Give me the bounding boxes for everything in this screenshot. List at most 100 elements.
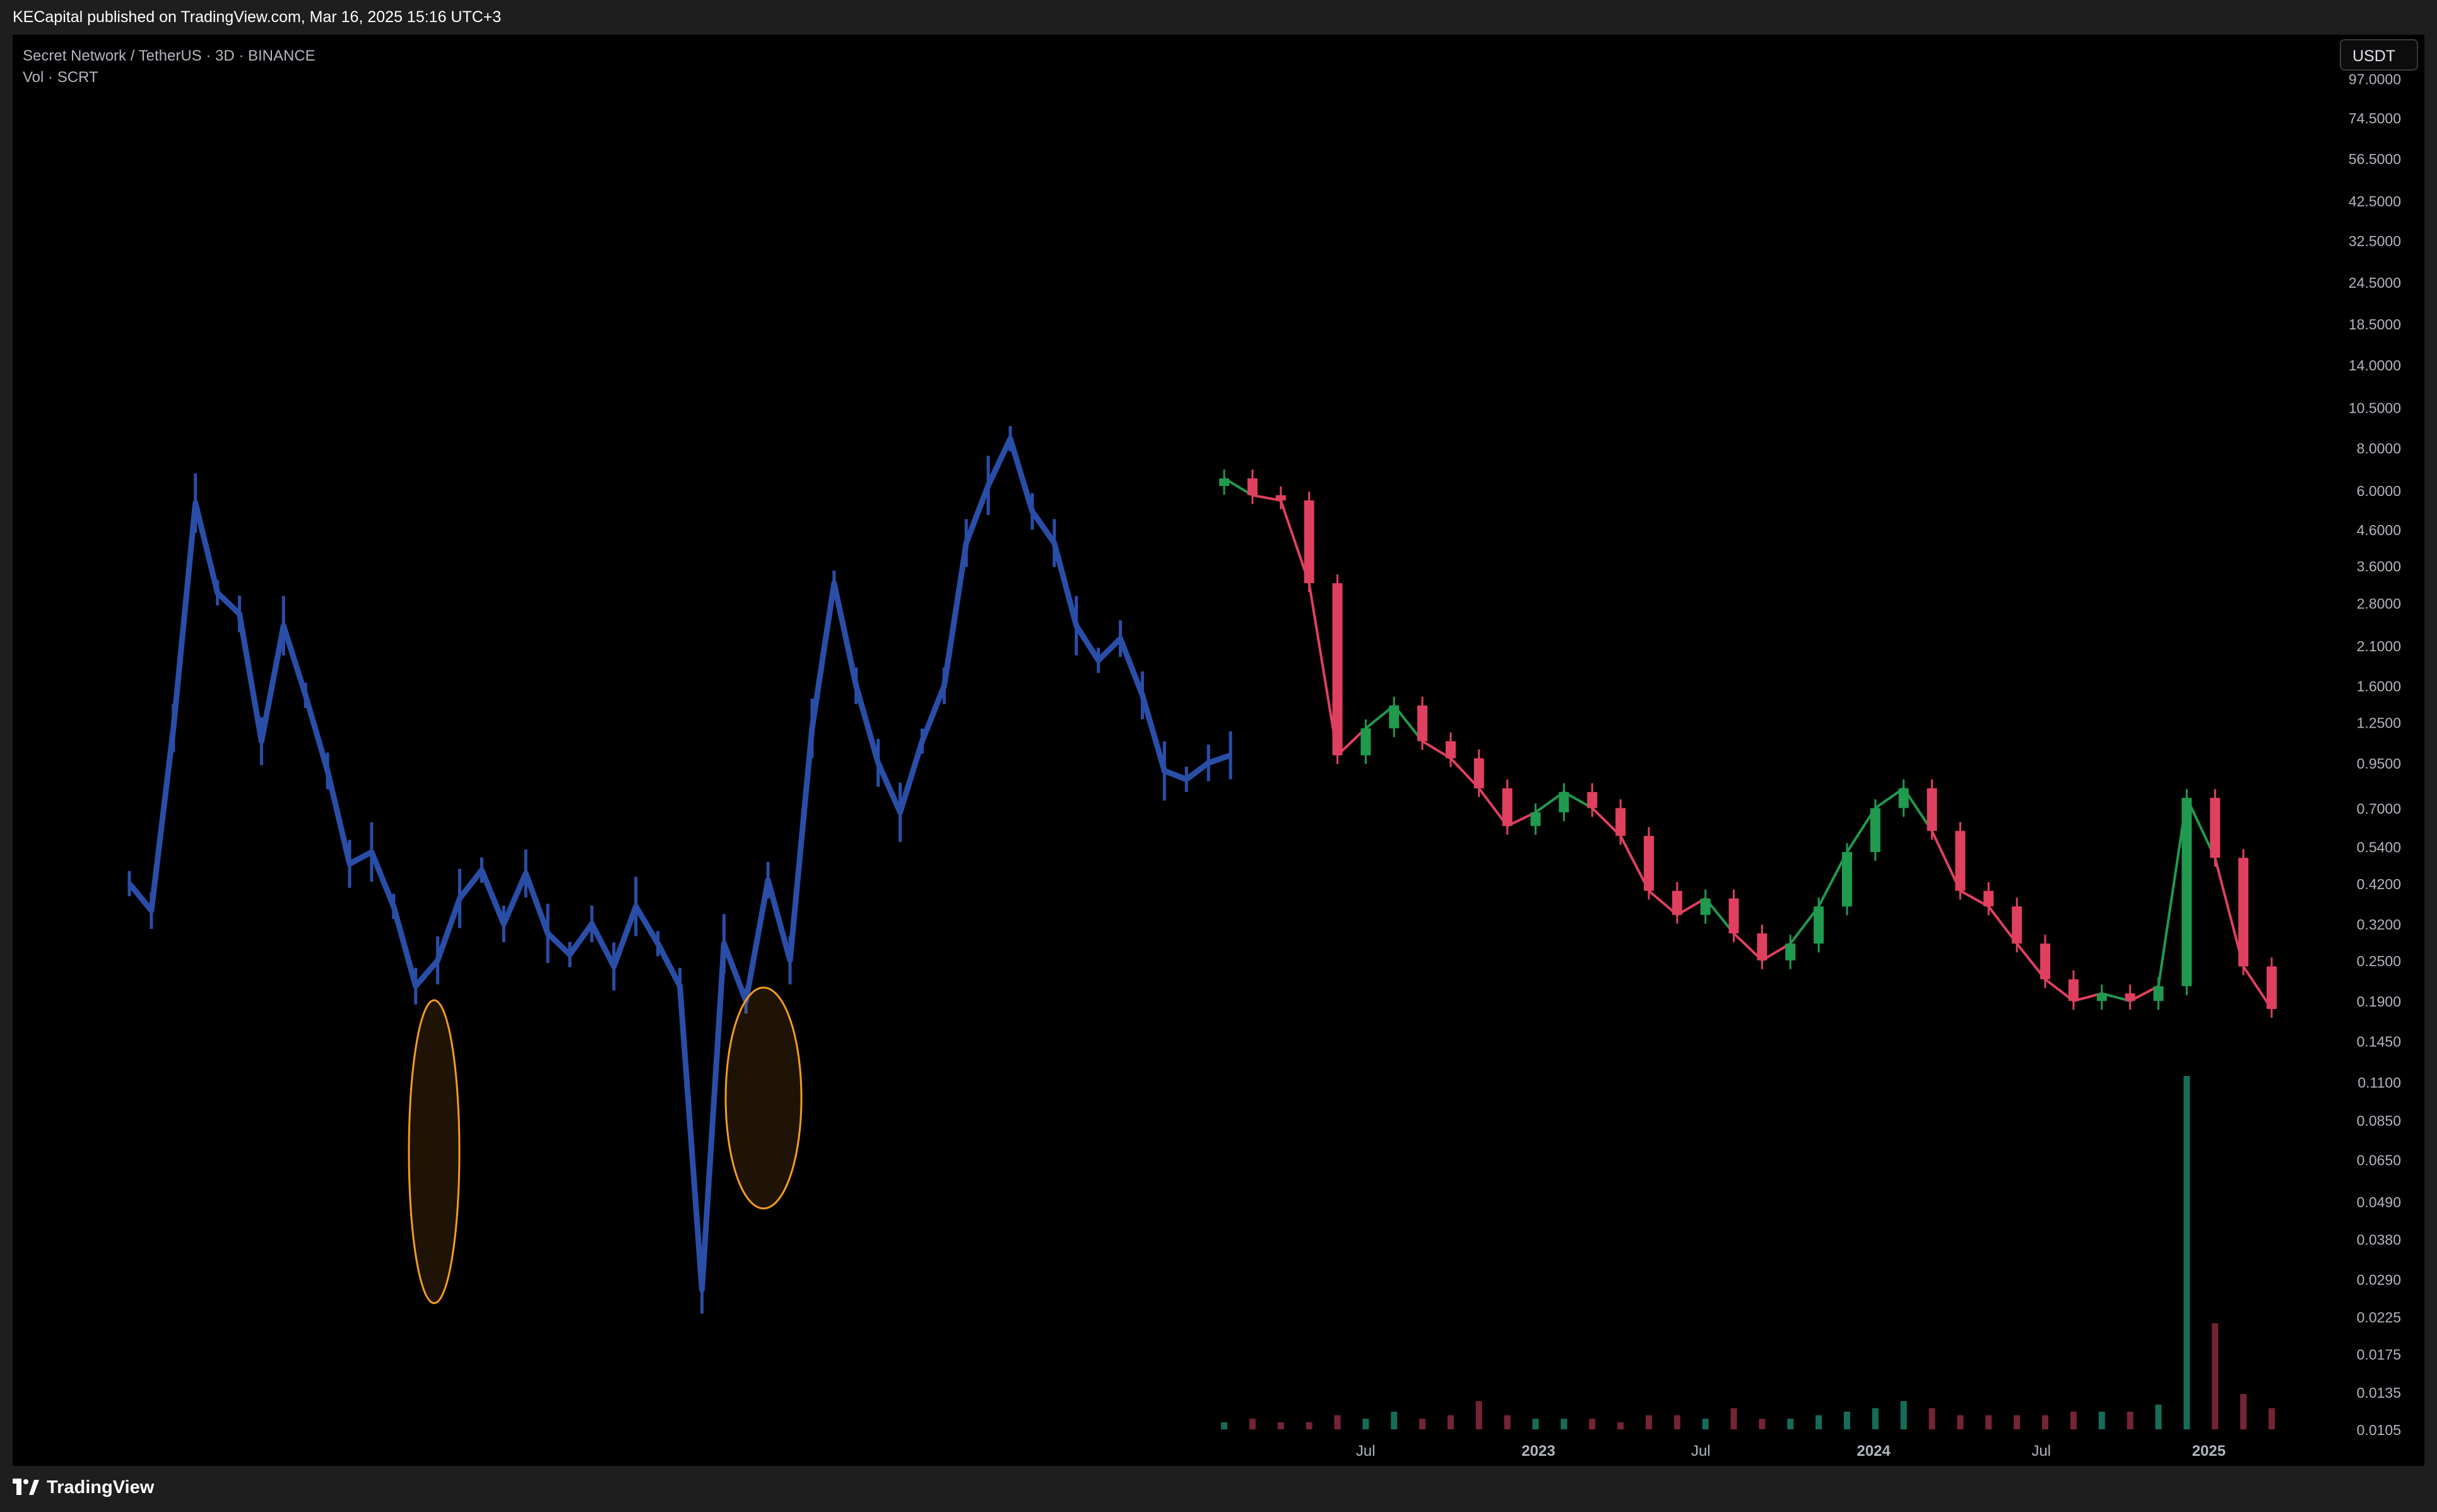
candle-body — [1870, 808, 1880, 853]
candle-body — [2012, 906, 2022, 944]
volume-bar — [1475, 1401, 1482, 1429]
y-tick-label: 74.5000 — [2349, 110, 2401, 126]
volume-bar — [1504, 1415, 1511, 1429]
candle-body — [1275, 495, 1286, 501]
y-tick-label: 0.0380 — [2357, 1231, 2401, 1248]
y-tick-label: 0.0290 — [2357, 1272, 2401, 1288]
volume-bar — [2098, 1412, 2105, 1429]
publisher-header: KECapital published on TradingView.com, … — [0, 0, 2437, 35]
candle-body — [1360, 728, 1371, 755]
volume-bar — [1391, 1412, 1398, 1429]
volume-bar — [1730, 1408, 1737, 1429]
y-tick-label: 0.2500 — [2357, 953, 2401, 969]
candle-body — [1672, 890, 1682, 915]
candle-body — [2153, 986, 2164, 1001]
candle-body — [1785, 943, 1796, 960]
candle-body — [2040, 943, 2051, 979]
volume-bar — [1334, 1415, 1341, 1429]
volume-bar — [1589, 1419, 1596, 1429]
x-tick-label: Jul — [2031, 1443, 2051, 1460]
volume-bar — [1900, 1401, 1907, 1429]
volume-bar — [2269, 1408, 2275, 1429]
volume-bar — [1561, 1419, 1567, 1429]
tradingview-brand[interactable]: TradingView — [13, 1477, 154, 1498]
volume-bar — [2042, 1415, 2049, 1429]
y-tick-label: 32.5000 — [2349, 233, 2401, 249]
candle-body — [1615, 808, 1626, 836]
candle-body — [1587, 792, 1598, 808]
y-tick-label: 0.7000 — [2357, 800, 2401, 817]
candle-body — [1417, 705, 1428, 741]
symbol-legend[interactable]: Secret Network / TetherUS · 3D · BINANCE — [23, 45, 316, 67]
y-tick-label: 0.0650 — [2357, 1152, 2401, 1169]
highlight-ellipse — [408, 999, 461, 1304]
y-tick-label: 0.9500 — [2357, 755, 2401, 772]
volume-bar — [2155, 1404, 2162, 1429]
y-tick-label: 8.0000 — [2357, 440, 2401, 456]
y-tick-label: 0.0225 — [2357, 1309, 2401, 1325]
y-tick-label: 0.1900 — [2357, 993, 2401, 1010]
volume-bar — [2240, 1394, 2247, 1429]
y-tick-label: 97.0000 — [2349, 71, 2401, 87]
candle-body — [1927, 788, 1937, 831]
volume-bar — [2070, 1412, 2077, 1429]
candle-body — [1304, 500, 1314, 584]
y-tick-label: 14.0000 — [2349, 357, 2401, 374]
highlight-ellipse — [724, 986, 803, 1210]
y-tick-label: 0.5400 — [2357, 839, 2401, 855]
candle-body — [1247, 478, 1258, 495]
volume-bar — [1362, 1419, 1369, 1429]
y-tick-label: 18.5000 — [2349, 316, 2401, 333]
volume-bar — [1872, 1408, 1879, 1429]
chart-frame[interactable]: 97.0000 74.5000 56.5000 42.5000 32.5000 24.50… — [13, 35, 2424, 1466]
y-tick-label: 0.1450 — [2357, 1034, 2401, 1050]
candle-body — [2181, 798, 2192, 986]
volume-bar — [1645, 1415, 1652, 1429]
volume-bar — [1759, 1419, 1766, 1429]
volume-bar — [1277, 1422, 1284, 1429]
y-tick-label: 0.0105 — [2357, 1422, 2401, 1438]
volume-bar — [2183, 1076, 2190, 1429]
volume-bar — [1815, 1415, 1822, 1429]
y-tick-label: 0.0850 — [2357, 1113, 2401, 1129]
tradingview-logo-icon — [13, 1478, 39, 1495]
volume-bar — [1306, 1422, 1313, 1429]
volume-bar — [1617, 1422, 1624, 1429]
y-tick-label: 10.5000 — [2349, 400, 2401, 416]
volume-bar — [1221, 1422, 1227, 1429]
candle-body — [2068, 979, 2079, 1001]
volume-bar — [1249, 1419, 1256, 1429]
y-tick-label: 0.3200 — [2357, 916, 2401, 933]
y-tick-label: 2.1000 — [2357, 638, 2401, 654]
volume-bar — [1419, 1419, 1426, 1429]
volume-bar — [1787, 1419, 1794, 1429]
price-chart[interactable]: 97.0000 74.5000 56.5000 42.5000 32.5000 24.50… — [13, 35, 2424, 1466]
volume-bar — [1532, 1419, 1539, 1429]
y-tick-label: 1.6000 — [2357, 678, 2401, 695]
y-tick-label: 1.2500 — [2357, 715, 2401, 731]
currency-button[interactable]: USDT — [2340, 39, 2418, 71]
publisher-line: KECapital published on TradingView.com, … — [13, 8, 502, 26]
candle-body — [1643, 836, 1654, 891]
candle-body — [1955, 830, 1966, 891]
volume-legend[interactable]: Vol · SCRT — [23, 67, 316, 88]
candle-body — [1842, 852, 1853, 907]
x-tick-label: Jul — [1356, 1443, 1376, 1460]
y-tick-label: 42.5000 — [2349, 193, 2401, 210]
candle-body — [1898, 788, 1909, 808]
y-tick-label: 3.6000 — [2357, 558, 2401, 575]
y-tick-label: 0.0175 — [2357, 1346, 2401, 1362]
volume-bar — [2127, 1412, 2133, 1429]
x-tick-label: 2025 — [2192, 1443, 2226, 1460]
x-tick-label: Jul — [1691, 1443, 1711, 1460]
chart-legend: Secret Network / TetherUS · 3D · BINANCE… — [23, 45, 316, 88]
candle-body — [1983, 890, 1994, 907]
candle-body — [1332, 583, 1343, 755]
candle-body — [1445, 741, 1456, 759]
candle-body — [2238, 858, 2249, 967]
x-tick-label: 2023 — [1521, 1443, 1555, 1460]
candle-body — [1757, 933, 1767, 960]
projected-fractal-series — [127, 435, 1232, 1293]
y-tick-label: 2.8000 — [2357, 596, 2401, 612]
x-tick-label: 2024 — [1857, 1443, 1891, 1460]
